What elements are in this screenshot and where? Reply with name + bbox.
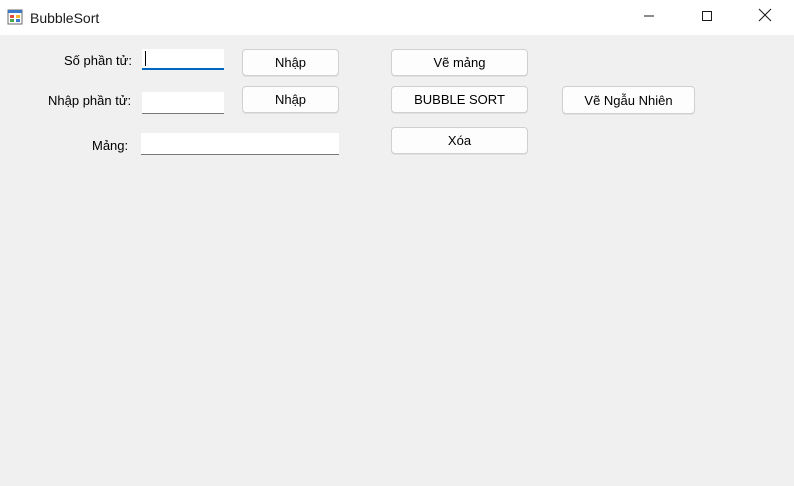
nhap-so-phan-tu-button[interactable]: Nhập bbox=[242, 49, 339, 76]
nhap-phan-tu-input[interactable] bbox=[142, 92, 224, 114]
maximize-icon bbox=[701, 9, 713, 27]
mang-label: Mảng: bbox=[92, 138, 129, 153]
title-bar[interactable]: BubbleSort bbox=[0, 0, 794, 35]
maximize-button[interactable] bbox=[684, 0, 730, 35]
bubblesort-window: BubbleSort Số phần tử: Nhập Vẽ mảng Nhập… bbox=[0, 0, 794, 486]
mang-input[interactable] bbox=[141, 133, 339, 155]
nhap-phan-tu-button[interactable]: Nhập bbox=[242, 86, 339, 113]
text-caret bbox=[145, 51, 146, 66]
close-icon bbox=[758, 8, 772, 27]
minimize-button[interactable] bbox=[626, 0, 672, 35]
bubble-sort-button[interactable]: BUBBLE SORT bbox=[391, 86, 528, 113]
ve-mang-button[interactable]: Vẽ mảng bbox=[391, 49, 528, 76]
xoa-button[interactable]: Xóa bbox=[391, 127, 528, 154]
ve-ngau-nhien-button[interactable]: Vẽ Ngẫu Nhiên bbox=[562, 86, 695, 114]
so-phan-tu-input[interactable] bbox=[142, 49, 224, 70]
minimize-icon bbox=[643, 9, 655, 27]
window-title: BubbleSort bbox=[30, 10, 100, 26]
close-button[interactable] bbox=[742, 0, 788, 35]
app-form-icon bbox=[7, 9, 23, 25]
nhap-phan-tu-label: Nhập phần tử: bbox=[48, 93, 132, 108]
so-phan-tu-label: Số phần tử: bbox=[64, 53, 132, 68]
drawing-area[interactable] bbox=[0, 156, 794, 486]
